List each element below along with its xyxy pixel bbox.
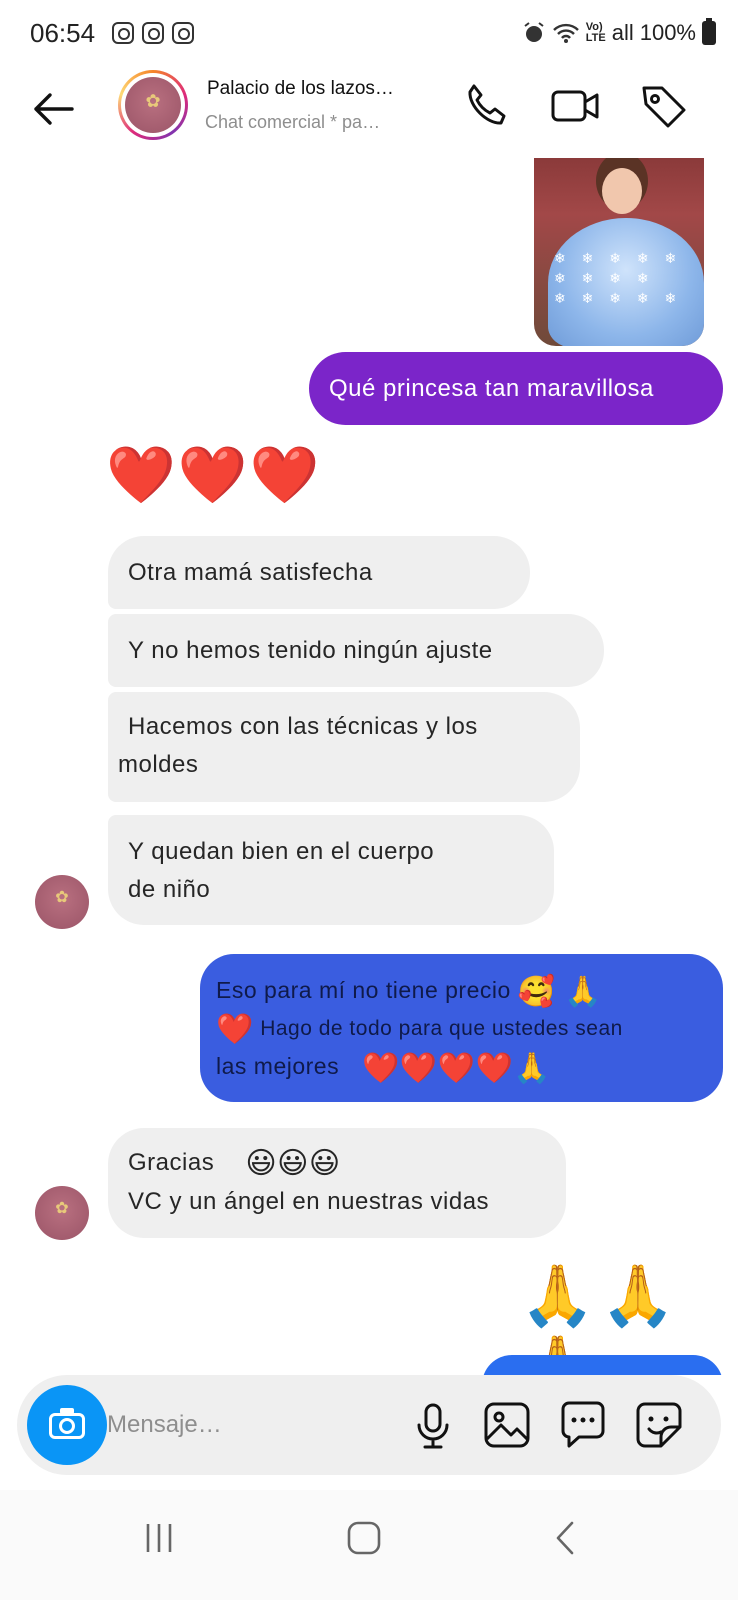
- volte-label: Vo) LTE: [585, 21, 606, 44]
- phone-icon: [468, 84, 506, 125]
- camera-icon-lens: [59, 1418, 75, 1434]
- outgoing-message[interactable]: Possono star?: [482, 1355, 723, 1375]
- incoming-message[interactable]: Y no hemos tenido ningún ajuste: [108, 614, 604, 687]
- microphone-icon: [417, 1403, 449, 1449]
- message-input[interactable]: [107, 1403, 407, 1447]
- message-line: las mejores ❤️❤️❤️❤️🙏: [216, 1048, 705, 1086]
- recents-icon: [146, 1524, 172, 1552]
- message-text: las mejores: [216, 1053, 340, 1080]
- heart-emoji: ❤️: [216, 1013, 254, 1047]
- battery-text: 100%: [639, 20, 696, 45]
- contact-name[interactable]: Palacio de los lazos…: [207, 78, 394, 100]
- message-line: de niño: [128, 876, 211, 903]
- sender-avatar[interactable]: [35, 875, 89, 929]
- incoming-message[interactable]: Y quedan bien en el cuerpo de niño: [108, 815, 554, 925]
- chat-header: Palacio de los lazos… Chat comercial * p…: [0, 70, 738, 150]
- incoming-message[interactable]: Otra mamá satisfecha: [108, 536, 530, 609]
- contact-subtitle: Chat comercial * pa…: [205, 112, 381, 132]
- message-text: Gracias: [128, 1149, 215, 1176]
- sender-avatar[interactable]: [35, 1186, 89, 1240]
- message-line: Gracias 😃😃😃: [128, 1144, 546, 1183]
- message-line: Hacemos con las técnicas y los: [128, 713, 478, 740]
- instagram-notification-icon: [112, 22, 134, 44]
- gallery-button[interactable]: [479, 1397, 535, 1453]
- battery-icon: [702, 18, 716, 45]
- emoji-group: 🥰 🙏: [517, 975, 603, 1009]
- outgoing-message[interactable]: Qué princesa tan maravillosa: [309, 352, 723, 425]
- message-text: Eso para mí no tiene precio: [216, 977, 511, 1003]
- tag-icon: [642, 86, 686, 128]
- shared-photo[interactable]: ❄ ❄ ❄ ❄ ❄ ❄ ❄ ❄ ❄ ❄ ❄ ❄ ❄ ❄: [534, 158, 704, 346]
- back-button[interactable]: [28, 84, 78, 134]
- sticker-button[interactable]: [631, 1397, 687, 1453]
- chat-bubble-icon: [561, 1401, 605, 1448]
- message-line: ❤️ Hago de todo para que ustedes sean: [216, 1010, 705, 1048]
- quick-replies-button[interactable]: [555, 1397, 611, 1453]
- recents-button[interactable]: [134, 1508, 194, 1568]
- snowflake-pattern: ❄ ❄ ❄ ❄ ❄ ❄ ❄ ❄ ❄ ❄ ❄ ❄ ❄ ❄: [554, 250, 683, 306]
- avatar-logo-icon: [125, 77, 181, 133]
- outgoing-message[interactable]: Eso para mí no tiene precio 🥰 🙏 ❤️ Hago …: [200, 954, 723, 1102]
- alarm-icon: [524, 22, 544, 42]
- video-camera-icon: [551, 90, 599, 122]
- wifi-icon: [552, 23, 579, 43]
- tag-button[interactable]: [638, 80, 690, 132]
- system-nav-bar: [0, 1490, 738, 1600]
- message-line: VC y un ángel en nuestras vidas: [128, 1187, 490, 1215]
- contact-avatar[interactable]: [118, 70, 188, 140]
- status-indicators: Vo) LTE all 100%: [522, 18, 716, 46]
- network-text: all: [611, 20, 634, 45]
- video-call-button[interactable]: [550, 80, 602, 132]
- home-button[interactable]: [336, 1508, 396, 1568]
- incoming-message[interactable]: Gracias 😃😃😃 VC y un ángel en nuestras vi…: [108, 1128, 566, 1238]
- gallery-icon: [484, 1402, 530, 1448]
- status-time: 06:54: [30, 18, 96, 48]
- message-line: Y quedan bien en el cuerpo: [128, 838, 435, 865]
- message-line: Eso para mí no tiene precio 🥰 🙏: [216, 972, 705, 1010]
- status-bar: 06:54 Vo) LTE all 100%: [0, 0, 738, 70]
- camera-button[interactable]: [27, 1385, 107, 1465]
- emoji-group: ❤️❤️❤️❤️🙏: [362, 1051, 552, 1085]
- message-text: Hago de todo para que ustedes sean: [260, 1017, 623, 1041]
- instagram-notification-icon: [172, 22, 194, 44]
- message-composer: [17, 1375, 721, 1475]
- incoming-message[interactable]: Hacemos con las técnicas y los moldes: [108, 692, 580, 802]
- sticker-icon: [636, 1402, 682, 1448]
- hearts-reaction[interactable]: ❤️❤️❤️: [106, 442, 321, 508]
- notification-icons: [112, 22, 194, 44]
- message-line: moldes: [118, 751, 199, 778]
- emoji-group: 😃😃😃: [245, 1146, 341, 1180]
- photo-girl-graphic: [602, 168, 642, 214]
- message-thread[interactable]: ❄ ❄ ❄ ❄ ❄ ❄ ❄ ❄ ❄ ❄ ❄ ❄ ❄ ❄ Qué princesa t…: [0, 150, 738, 1375]
- back-icon: [556, 1521, 574, 1555]
- system-back-button[interactable]: [542, 1508, 602, 1568]
- back-arrow-icon: [34, 93, 74, 125]
- call-button[interactable]: [460, 80, 512, 132]
- home-icon: [347, 1521, 381, 1555]
- voice-message-button[interactable]: [405, 1397, 461, 1453]
- instagram-notification-icon: [142, 22, 164, 44]
